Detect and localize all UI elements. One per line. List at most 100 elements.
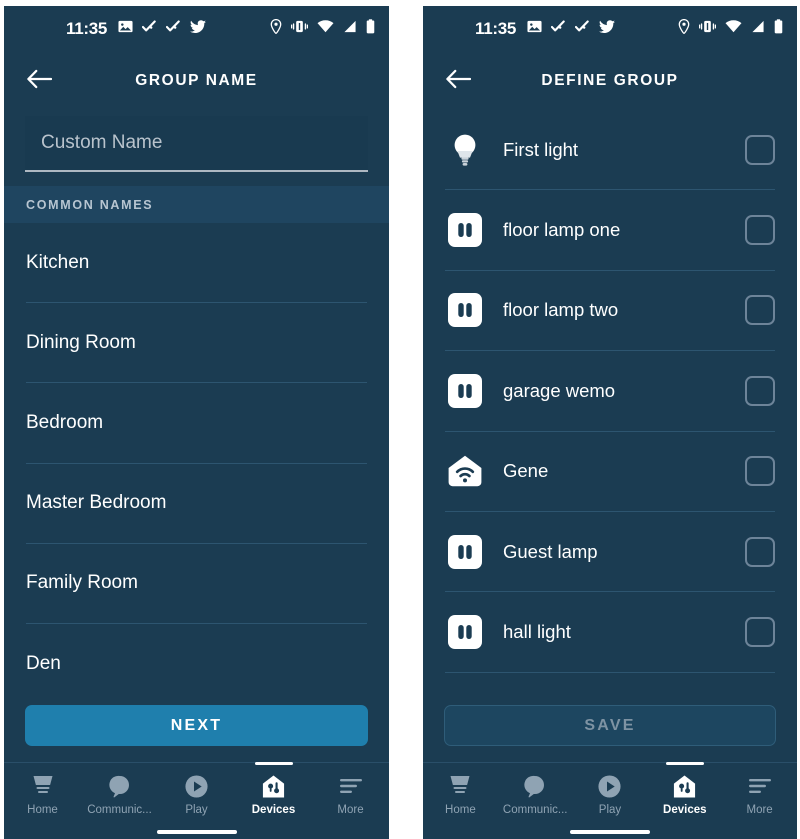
play-circle-icon [597,773,622,799]
app-header-right: DEFINE GROUP [423,52,797,110]
nav-label: Communic... [87,804,152,816]
nav-label: Devices [251,804,296,816]
nav-label: More [337,804,364,816]
cell-signal-icon [343,20,357,38]
common-names-section-header: COMMON NAMES [4,186,389,223]
list-item[interactable]: Den [26,624,367,695]
status-bar-right: 11:35 [423,6,797,52]
list-item[interactable]: hall light [445,592,775,673]
nav-item-home[interactable]: Home [423,763,498,816]
check-activity-icon [165,20,181,38]
status-bar-left-cluster: 11:35 [475,19,616,39]
list-item[interactable]: Master Bedroom [26,464,367,544]
device-checkbox[interactable] [745,215,775,246]
list-item[interactable]: garage wemo [445,351,775,432]
twitter-icon [190,19,207,39]
page-title: DEFINE GROUP [541,72,679,89]
nav-item-devices[interactable]: Devices [235,762,312,816]
nav-item-more[interactable]: More [722,763,797,816]
device-checkbox[interactable] [745,375,775,406]
custom-name-input[interactable]: Custom Name [25,116,368,172]
nav-item-home[interactable]: Home [4,763,81,816]
gesture-bar [156,830,237,834]
nav-item-more[interactable]: More [312,763,389,816]
common-names-label: COMMON NAMES [26,198,154,212]
device-label: Guest lamp [503,540,598,562]
image-icon [118,19,133,39]
nav-item-play[interactable]: Play [573,763,648,816]
check-activity-icon [550,20,566,38]
echo-device-icon [447,773,473,799]
wifi-icon [725,20,742,38]
list-item[interactable]: floor lamp two [445,271,775,352]
common-names-list: Kitchen Dining Room Bedroom Master Bedro… [4,223,389,695]
check-activity-icon [141,20,157,38]
bottom-nav-right: Home Communic... Play Devices More [423,762,797,839]
nav-label: Communic... [502,804,568,816]
device-checkbox[interactable] [745,456,775,487]
home-hub-wifi-icon [445,451,485,491]
status-bar-left: 11:35 [4,6,389,52]
device-checkbox[interactable] [745,617,775,648]
screenshot-stage: 11:35 GROUP NAME Custom Name COMMON NAME… [0,0,800,839]
device-list: First light floor lamp one floor lamp tw… [423,110,797,695]
nav-item-communicate[interactable]: Communic... [81,763,158,816]
device-checkbox[interactable] [745,134,775,165]
cell-signal-icon [751,20,765,38]
hamburger-icon [747,773,773,799]
save-button-wrap: SAVE [423,695,797,762]
list-item[interactable]: Guest lamp [445,512,775,593]
check-activity-icon [574,20,590,38]
list-item[interactable]: Family Room [26,544,367,624]
list-item[interactable]: floor lamp one [445,190,775,271]
list-item[interactable]: First light [445,110,775,191]
echo-device-icon [30,773,56,799]
location-pin-icon [270,18,282,39]
device-label: Gene [503,460,549,482]
status-bar-left-cluster: 11:35 [66,19,207,39]
list-item[interactable]: Gene [445,432,775,512]
devices-home-icon [672,773,697,799]
vibrate-icon [698,20,717,38]
common-name-label: Bedroom [26,411,104,433]
vibrate-icon [290,20,309,38]
device-label: garage wemo [503,379,616,401]
list-item[interactable]: Bedroom [26,383,367,464]
list-item[interactable]: Dining Room [26,303,367,384]
image-icon [527,19,542,39]
twitter-icon [599,19,616,39]
wifi-icon [317,20,334,38]
nav-item-play[interactable]: Play [158,763,235,816]
common-name-label: Dining Room [26,331,136,353]
list-item[interactable]: Kitchen [26,223,367,304]
nav-label: Play [598,804,622,816]
active-tab-indicator [254,762,293,765]
app-header-left: GROUP NAME [4,52,389,110]
next-button[interactable]: NEXT [25,705,368,746]
status-clock: 11:35 [475,19,517,38]
speech-bubble-icon [523,773,547,799]
status-bar-right-cluster [678,18,783,39]
common-name-label: Master Bedroom [26,492,167,514]
devices-home-icon [261,773,286,799]
device-checkbox[interactable] [745,536,775,567]
location-pin-icon [678,18,690,39]
phone-screen-define-group: 11:35 DEFINE GROUP First light floor lam… [423,6,797,839]
status-clock: 11:35 [66,19,108,38]
nav-label: Devices [663,804,707,816]
smart-plug-icon [445,290,485,330]
phone-screen-group-name: 11:35 GROUP NAME Custom Name COMMON NAME… [4,6,389,839]
nav-label: Home [445,804,476,816]
nav-label: Home [27,804,58,816]
custom-name-field-wrap: Custom Name [4,110,389,172]
nav-item-devices[interactable]: Devices [647,762,722,816]
nav-item-communicate[interactable]: Communic... [498,763,573,816]
device-checkbox[interactable] [745,295,775,326]
device-label: First light [503,138,579,160]
smart-plug-icon [445,371,485,411]
common-name-label: Kitchen [26,251,90,273]
bottom-nav-left: Home Communic... Play Devices More [4,762,389,839]
common-name-label: Family Room [26,572,138,594]
save-button[interactable]: SAVE [444,705,776,746]
active-tab-indicator [665,762,704,765]
